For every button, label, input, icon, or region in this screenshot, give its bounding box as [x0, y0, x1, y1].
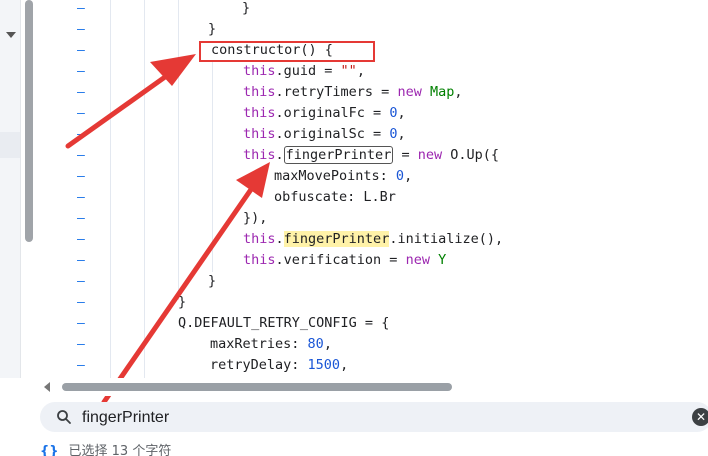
- line-marker: –: [77, 1, 85, 16]
- line-marker: –: [77, 148, 85, 163]
- code-line: }),: [243, 210, 268, 226]
- selection-status: 已选择 13 个字符: [68, 444, 172, 456]
- line-marker: –: [77, 85, 85, 100]
- line-marker: –: [77, 232, 85, 247]
- annotation-rectangle: [199, 41, 375, 62]
- line-marker: –: [77, 337, 85, 352]
- code-line: this.originalSc = 0,: [243, 126, 406, 142]
- code-line: this.originalFc = 0,: [243, 105, 406, 121]
- code-line: }: [242, 0, 251, 16]
- search-match: fingerPrinter: [283, 231, 390, 247]
- vertical-scrollbar-thumb[interactable]: [25, 0, 33, 242]
- code-line: maxRetries: 80,: [210, 336, 332, 352]
- horizontal-scrollbar-thumb[interactable]: [62, 383, 452, 391]
- code-line: this.verification = new Y: [243, 252, 447, 268]
- collapse-caret-icon[interactable]: [6, 32, 16, 38]
- line-marker: –: [77, 253, 85, 268]
- indent-guide: [178, 0, 179, 300]
- line-marker: –: [77, 358, 85, 373]
- clear-icon[interactable]: ✕: [692, 408, 708, 426]
- code-line: obfuscate: L.Br: [274, 189, 396, 205]
- line-marker: –: [77, 64, 85, 79]
- code-line: }: [208, 273, 217, 289]
- indent-guide: [144, 0, 145, 378]
- code-line: maxMovePoints: 0,: [274, 168, 413, 184]
- indent-guide: [110, 0, 111, 378]
- code-line: this.guid = "",: [243, 63, 365, 79]
- search-icon: [57, 410, 71, 424]
- horizontal-scrollbar[interactable]: [40, 378, 708, 396]
- line-marker: –: [77, 316, 85, 331]
- code-line: Q.DEFAULT_RETRY_CONFIG = {: [178, 315, 390, 331]
- search-input[interactable]: [80, 406, 644, 430]
- code-line: this.retryTimers = new Map,: [243, 84, 463, 100]
- code-line-fingerprinter: this. fingerPrinter = new O.Up({: [243, 146, 500, 164]
- search-match-current: fingerPrinter: [283, 146, 394, 164]
- line-marker: –: [77, 190, 85, 205]
- line-marker: –: [77, 295, 85, 310]
- code-line: }: [208, 21, 217, 37]
- code-line: this.fingerPrinter.initialize(),: [243, 231, 504, 247]
- code-line: }: [178, 294, 187, 310]
- line-marker: –: [77, 274, 85, 289]
- line-marker: –: [77, 169, 85, 184]
- line-marker: –: [77, 127, 85, 142]
- status-bar: {} 已选择 13 个字符: [40, 440, 171, 456]
- scroll-left-icon[interactable]: [44, 382, 50, 392]
- vertical-scrollbar[interactable]: [22, 0, 36, 378]
- line-marker: –: [77, 43, 85, 58]
- line-marker: –: [77, 211, 85, 226]
- search-bar: ✕: [40, 402, 708, 432]
- indent-guide: [212, 62, 213, 272]
- line-marker: –: [77, 106, 85, 121]
- left-panel-strip: [0, 0, 21, 378]
- selected-row-indicator: [0, 132, 20, 158]
- line-marker: –: [77, 22, 85, 37]
- pretty-print-icon[interactable]: {}: [40, 444, 59, 456]
- code-line: retryDelay: 1500,: [210, 357, 349, 373]
